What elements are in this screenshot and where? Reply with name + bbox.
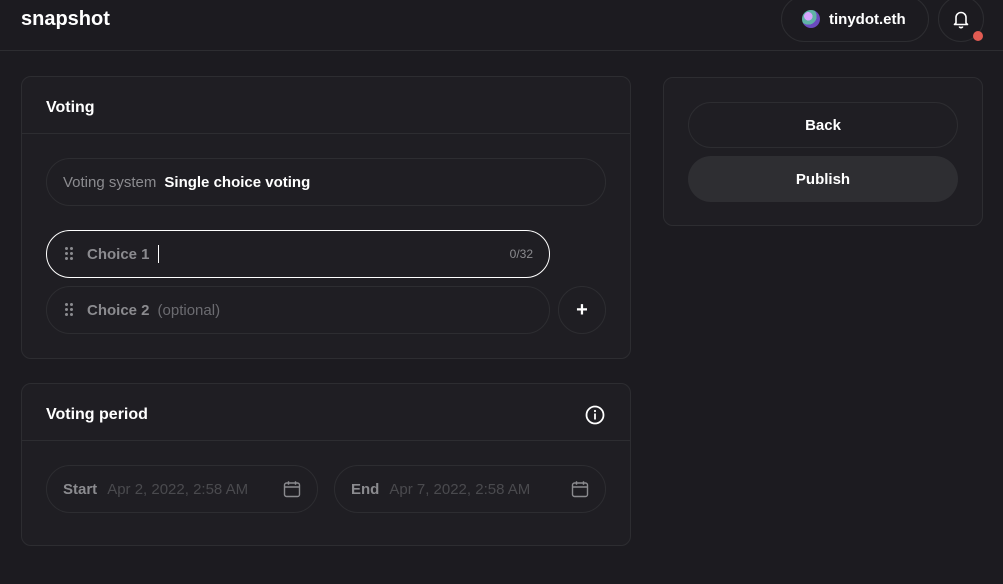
voting-system-select[interactable]: Voting system Single choice voting <box>46 158 606 206</box>
end-label: End <box>351 480 380 498</box>
end-placeholder: Apr 7, 2022, 2:58 AM <box>389 480 531 498</box>
bell-icon <box>953 11 969 29</box>
voting-card-header: Voting <box>22 77 630 134</box>
avatar <box>802 10 820 28</box>
start-label: Start <box>63 480 98 498</box>
account-name: tinydot.eth <box>829 10 906 28</box>
voting-period-card: Voting period Start Apr 2, 2022, 2:58 AM… <box>21 383 631 546</box>
add-choice-button[interactable]: + <box>558 286 606 334</box>
choice-1-field[interactable]: Choice 1 0/32 <box>46 230 550 278</box>
start-placeholder: Apr 2, 2022, 2:58 AM <box>107 480 249 498</box>
drag-handle-icon[interactable] <box>65 247 73 261</box>
actions-card: Back Publish <box>663 77 983 226</box>
voting-period-header: Voting period <box>22 384 630 441</box>
voting-title: Voting <box>46 99 95 116</box>
app-logo[interactable]: snapshot <box>21 8 110 31</box>
end-date-field[interactable]: End Apr 7, 2022, 2:58 AM <box>334 465 606 513</box>
calendar-icon[interactable] <box>283 480 301 498</box>
voting-card: Voting Voting system Single choice votin… <box>21 76 631 359</box>
notifications-button[interactable] <box>938 0 984 42</box>
choice-2-field[interactable]: Choice 2 (optional) <box>46 286 550 334</box>
voting-system-label: Voting system <box>63 173 157 191</box>
top-navbar: snapshot tinydot.eth <box>0 0 1003 51</box>
start-date-field[interactable]: Start Apr 2, 2022, 2:58 AM <box>46 465 318 513</box>
account-button[interactable]: tinydot.eth <box>781 0 929 42</box>
choice-1-label: Choice 1 <box>87 245 150 263</box>
text-cursor <box>157 245 159 263</box>
drag-handle-icon[interactable] <box>65 303 73 317</box>
voting-system-value: Single choice voting <box>164 173 311 191</box>
choice-2-hint: (optional) <box>157 301 221 319</box>
back-button[interactable]: Back <box>688 102 958 148</box>
info-icon[interactable] <box>585 405 605 425</box>
choice-2-label: Choice 2 <box>87 301 150 319</box>
plus-icon: + <box>576 298 588 321</box>
publish-button[interactable]: Publish <box>688 156 958 202</box>
notification-badge <box>973 31 983 41</box>
calendar-icon[interactable] <box>571 480 589 498</box>
choice-1-counter: 0/32 <box>509 247 533 261</box>
voting-period-title: Voting period <box>46 406 148 423</box>
